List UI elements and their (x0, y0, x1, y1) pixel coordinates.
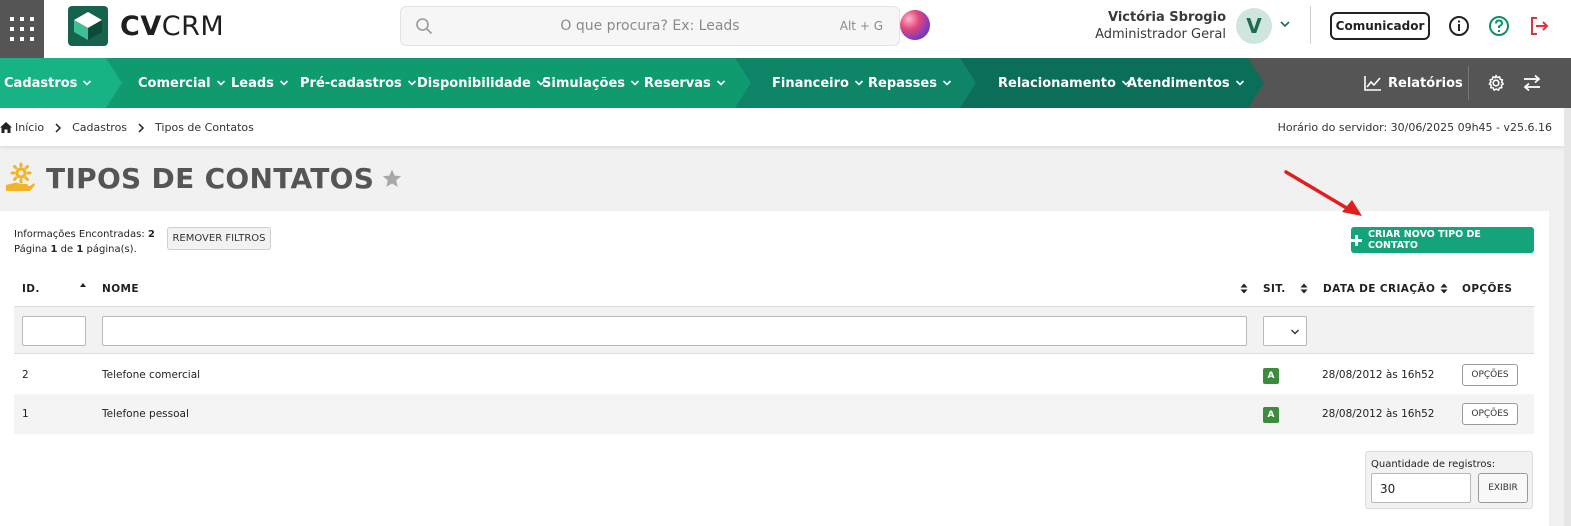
logo-mark-icon (68, 6, 108, 46)
ai-assistant-icon[interactable] (900, 10, 930, 40)
row-options-button[interactable]: OPÇÕES (1462, 403, 1518, 425)
column-header-id[interactable]: ID. (22, 283, 40, 295)
star-icon[interactable] (382, 169, 402, 188)
sort-icon[interactable] (1440, 283, 1448, 294)
records-per-page: Quantidade de registros: 30 EXIBIR (1365, 451, 1533, 509)
nav-comercial[interactable]: Comercial (138, 58, 226, 108)
nav-relacionamento[interactable]: Relacionamento (998, 58, 1131, 108)
nav-leads[interactable]: Leads (231, 58, 289, 108)
chevron-down-icon (630, 80, 640, 86)
swap-icon[interactable] (1522, 74, 1542, 92)
top-header: CVCRM O que procura? Ex: Leads Alt + G V… (0, 0, 1571, 58)
cell-created: 28/08/2012 às 16h52 (1322, 369, 1435, 381)
cell-name: Telefone comercial (102, 369, 201, 381)
column-header-nome[interactable]: NOME (102, 283, 139, 295)
breadcrumb-bar: Início Cadastros Tipos de Contatos Horár… (0, 108, 1564, 146)
breadcrumb: Início Cadastros Tipos de Contatos (0, 121, 254, 134)
cell-id: 2 (22, 369, 29, 381)
annotation-arrow-icon (1284, 170, 1362, 216)
records-per-page-input[interactable]: 30 (1371, 473, 1471, 503)
comunicador-button[interactable]: Comunicador (1330, 12, 1430, 40)
header-divider (1310, 6, 1311, 44)
chevron-down-icon (1235, 80, 1244, 86)
nav-repasses[interactable]: Repasses (868, 58, 952, 108)
chevron-down-icon (854, 80, 864, 86)
table-row[interactable]: 1 Telefone pessoal A 28/08/2012 às 16h52… (14, 394, 1534, 434)
column-header-situacao[interactable]: SIT. (1263, 283, 1286, 295)
chevron-right-icon (138, 122, 145, 133)
chevron-down-icon (1291, 329, 1299, 335)
home-icon[interactable] (0, 122, 12, 133)
column-header-opcoes: OPÇÕES (1462, 283, 1513, 295)
page-scrollbar[interactable] (1564, 108, 1571, 526)
cvcrm-logo[interactable]: CVCRM (68, 6, 224, 46)
page-title: TIPOS DE CONTATOS (46, 161, 375, 195)
logout-icon[interactable] (1528, 15, 1550, 37)
plus-icon (1351, 234, 1362, 246)
info-icon[interactable] (1448, 15, 1470, 37)
gear-hand-icon (6, 162, 35, 191)
sort-asc-icon[interactable] (79, 282, 87, 290)
cell-name: Telefone pessoal (102, 408, 189, 420)
nav-divider (1468, 66, 1469, 100)
chevron-down-icon (942, 80, 952, 86)
apps-menu-button[interactable] (0, 0, 44, 58)
sort-icon[interactable] (1240, 283, 1248, 294)
listing-card: Informações Encontradas: 2 Página 1 de 1… (0, 211, 1549, 526)
nav-atendimentos[interactable]: Atendimentos (1127, 58, 1245, 108)
name-filter-input[interactable] (102, 316, 1247, 346)
column-header-data-criacao[interactable]: DATA DE CRIAÇÃO (1323, 283, 1435, 295)
grid-icon (10, 17, 34, 41)
search-placeholder: O que procura? Ex: Leads (560, 18, 740, 34)
status-filter-select[interactable] (1263, 316, 1307, 346)
server-time: Horário do servidor: 30/06/2025 09h45 - … (1277, 121, 1552, 134)
user-info[interactable]: Victória Sbrogio Administrador Geral (1080, 10, 1226, 42)
nav-pre-cadastros[interactable]: Pré-cadastros (300, 58, 417, 108)
status-badge: A (1263, 368, 1279, 384)
global-search[interactable]: O que procura? Ex: Leads Alt + G (400, 6, 900, 46)
search-shortcut: Alt + G (839, 19, 883, 33)
filter-row (14, 306, 1534, 354)
main-navbar: Cadastros Comercial Leads Pré-cadastros … (0, 58, 1571, 108)
logo-text: CVCRM (120, 10, 225, 42)
cell-created: 28/08/2012 às 16h52 (1322, 408, 1435, 420)
gear-icon[interactable] (1487, 74, 1505, 92)
status-badge: A (1263, 407, 1279, 423)
chevron-down-icon (279, 80, 288, 86)
row-options-button[interactable]: OPÇÕES (1462, 364, 1518, 386)
cell-id: 1 (22, 408, 29, 420)
breadcrumb-cadastros[interactable]: Cadastros (72, 121, 127, 134)
nav-relatorios[interactable]: Relatórios (1364, 58, 1463, 108)
remove-filters-button[interactable]: REMOVER FILTROS (167, 227, 271, 250)
nav-financeiro[interactable]: Financeiro (772, 58, 864, 108)
chevron-down-icon (407, 80, 416, 86)
chevron-down-icon (716, 80, 725, 86)
chevron-down-icon[interactable] (1279, 18, 1291, 30)
avatar[interactable]: V (1236, 8, 1272, 44)
nav-simulacoes[interactable]: Simulações (542, 58, 640, 108)
nav-cadastros[interactable]: Cadastros (4, 58, 92, 108)
records-per-page-label: Quantidade de registros: (1371, 459, 1496, 470)
user-name: Victória Sbrogio (1107, 10, 1226, 25)
page-header: TIPOS DE CONTATOS (4, 158, 402, 198)
nav-disponibilidade[interactable]: Disponibilidade (417, 58, 546, 108)
chevron-right-icon (55, 122, 62, 133)
id-filter-input[interactable] (22, 316, 86, 346)
table-row[interactable]: 2 Telefone comercial A 28/08/2012 às 16h… (14, 355, 1534, 395)
sort-icon[interactable] (1300, 283, 1308, 294)
breadcrumb-home[interactable]: Início (15, 121, 44, 134)
user-role: Administrador Geral (1095, 27, 1226, 42)
listing-info: Informações Encontradas: 2 Página 1 de 1… (14, 229, 155, 255)
chart-line-icon (1364, 76, 1381, 91)
chevron-down-icon (216, 80, 225, 86)
breadcrumb-current: Tipos de Contatos (155, 121, 254, 134)
nav-reservas[interactable]: Reservas (644, 58, 726, 108)
help-icon[interactable] (1488, 15, 1510, 37)
create-contact-type-button[interactable]: CRIAR NOVO TIPO DE CONTATO (1351, 227, 1534, 253)
show-records-button[interactable]: EXIBIR (1478, 473, 1528, 503)
chevron-down-icon (83, 80, 92, 86)
